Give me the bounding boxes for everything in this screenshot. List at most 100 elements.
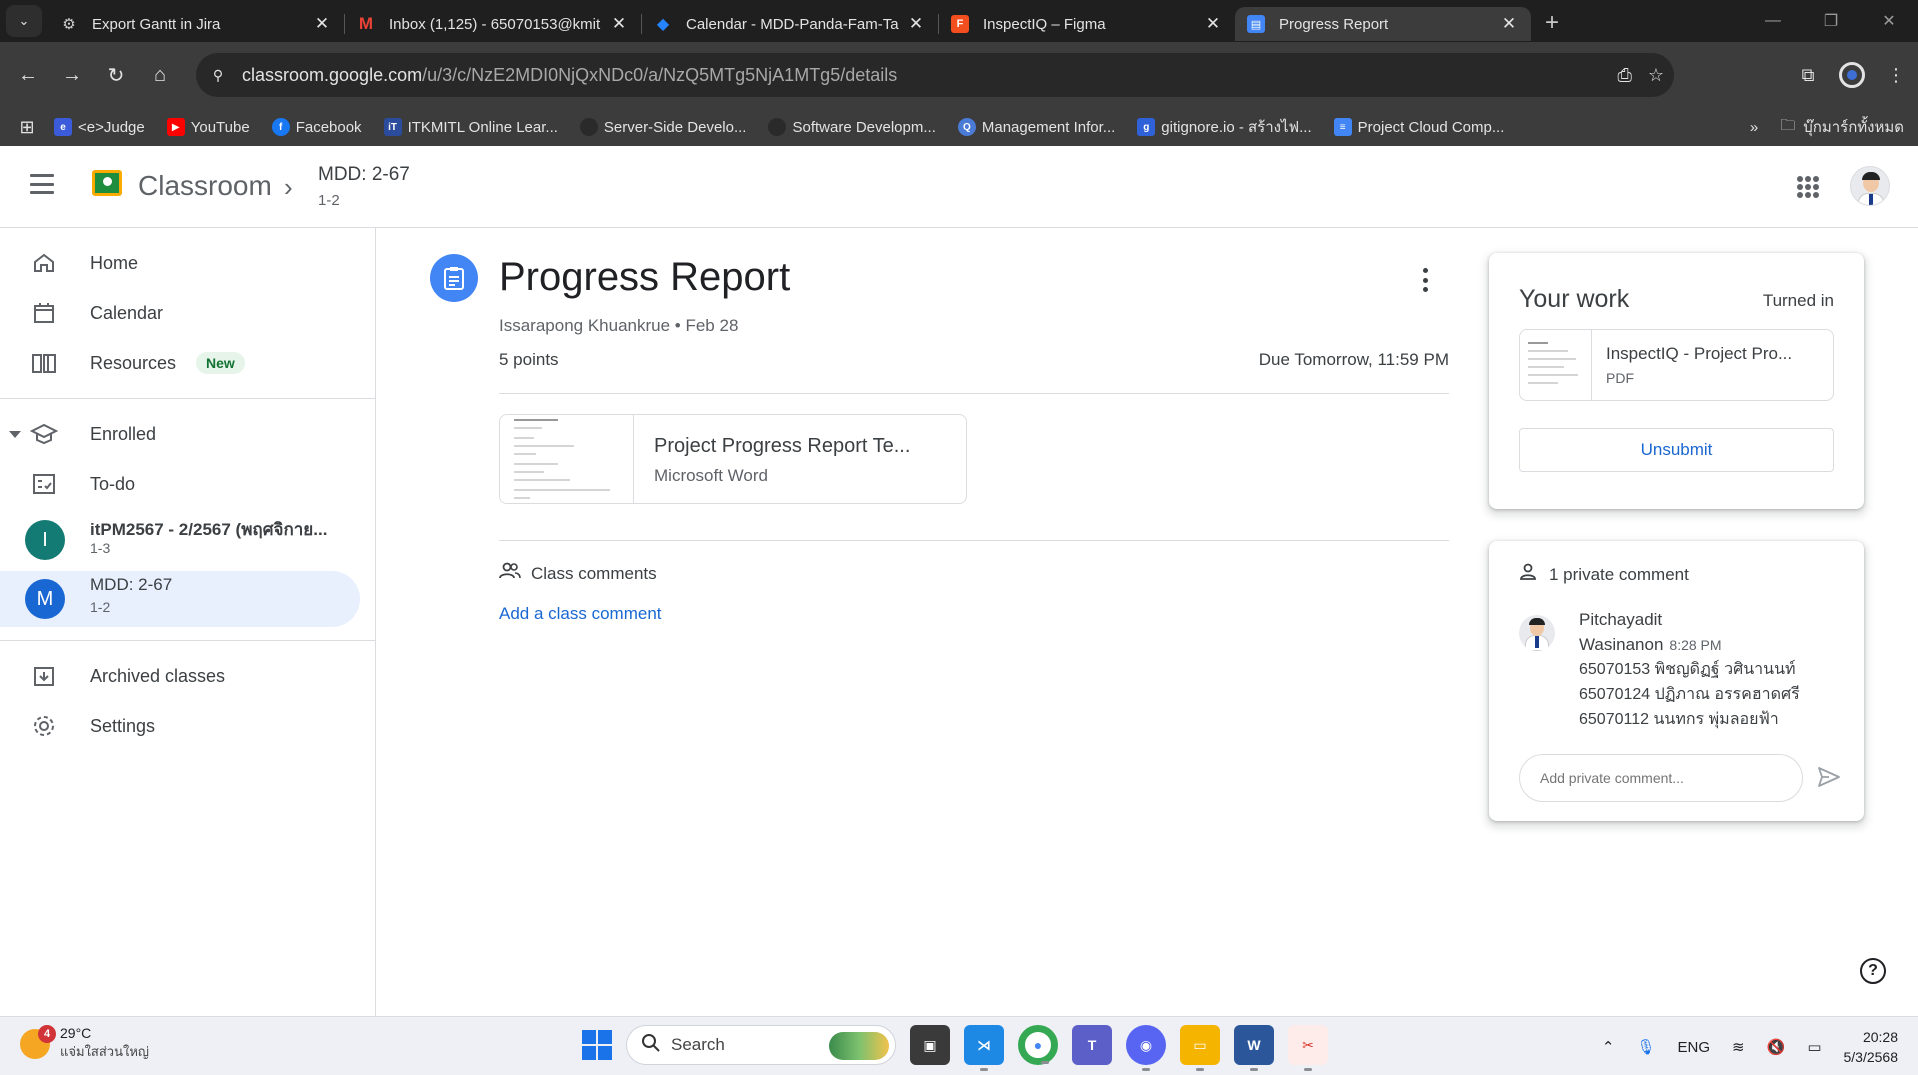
bookmark-server-side[interactable]: Server-Side Develo... [579, 118, 746, 136]
reload-icon[interactable]: ↻ [96, 55, 136, 95]
sidebar-item-home[interactable]: Home [0, 238, 360, 288]
volume-muted-icon[interactable]: 🔇 [1767, 1038, 1786, 1056]
submitted-file-name: InspectIQ - Project Pro... [1606, 344, 1793, 363]
bookmark-management[interactable]: Q Management Infor... [957, 118, 1115, 136]
bookmark-gitignore[interactable]: g gitignore.io - สร้างไฟ... [1137, 115, 1312, 139]
bookmark-star-icon[interactable]: ☆ [1648, 65, 1664, 86]
clock[interactable]: 20:28 5/3/2568 [1844, 1027, 1899, 1067]
url-text: classroom.google.com/u/3/c/NzE2MDI0NjQxN… [242, 65, 897, 86]
close-icon[interactable]: ✕ [1499, 14, 1519, 34]
attachment-card[interactable]: Project Progress Report Te... Microsoft … [499, 414, 967, 504]
tab-gmail[interactable]: M Inbox (1,125) - 65070153@kmit ✕ [345, 7, 641, 41]
microphone-icon[interactable]: 🎙 [1636, 1038, 1655, 1056]
people-icon [499, 562, 521, 585]
sidebar-class-mdd[interactable]: M MDD: 2-67 1-2 [0, 571, 360, 627]
bookmark-facebook[interactable]: f Facebook [271, 118, 362, 136]
tab-figma[interactable]: F InspectIQ – Figma ✕ [939, 7, 1235, 41]
weather-description: แจ่มใสส่วนใหญ่ [60, 1044, 149, 1059]
google-apps-icon[interactable] [1797, 176, 1819, 198]
app-title[interactable]: Classroom [138, 170, 272, 202]
close-icon[interactable]: ✕ [1203, 14, 1223, 34]
site-info-icon[interactable]: ⚲ [200, 57, 236, 93]
close-window-icon[interactable]: ✕ [1860, 0, 1918, 42]
sidebar-item-calendar[interactable]: Calendar [0, 288, 360, 338]
gitignore-icon: g [1137, 118, 1156, 136]
sidebar: Home Calendar Resources New Enrolled To-… [0, 228, 376, 1016]
maximize-icon[interactable]: ❐ [1802, 0, 1860, 42]
sidebar-item-enrolled[interactable]: Enrolled [0, 409, 360, 459]
bookmark-youtube[interactable]: ▶ YouTube [166, 118, 250, 136]
discord-icon[interactable]: ◉ [1126, 1025, 1166, 1071]
submitted-file-card[interactable]: InspectIQ - Project Pro... PDF [1519, 329, 1834, 401]
extensions-icon[interactable]: ⧉ [1786, 65, 1830, 86]
weather-widget[interactable]: 4 29°C แจ่มใสส่วนใหญ่ [20, 1024, 149, 1062]
breadcrumb-class[interactable]: MDD: 2-67 [318, 164, 410, 186]
more-bookmarks-icon[interactable]: » [1750, 119, 1758, 136]
minimize-icon[interactable]: — [1744, 0, 1802, 42]
tab-progress-report[interactable]: ▤ Progress Report ✕ [1235, 7, 1531, 41]
bookmark-project-cloud[interactable]: ≡ Project Cloud Comp... [1333, 118, 1504, 136]
send-icon[interactable] [1814, 762, 1844, 792]
add-class-comment-link[interactable]: Add a class comment [499, 604, 662, 624]
back-icon[interactable]: ← [8, 55, 48, 95]
caret-down-icon[interactable] [9, 430, 21, 438]
tab-calendar[interactable]: ◆ Calendar - MDD-Panda-Fam-Ta ✕ [642, 7, 938, 41]
language-indicator[interactable]: ENG [1678, 1039, 1711, 1056]
chrome-icon[interactable]: ● [1018, 1025, 1058, 1065]
bookmark-ejudge[interactable]: e <e>Judge [54, 118, 145, 136]
task-view-icon[interactable]: ▣ [910, 1025, 950, 1065]
account-avatar[interactable] [1850, 166, 1890, 206]
pdf-thumbnail [1520, 330, 1592, 400]
sidebar-item-archived[interactable]: Archived classes [0, 651, 360, 701]
main-menu-icon[interactable] [30, 174, 54, 194]
forward-icon[interactable]: → [52, 55, 92, 95]
more-options-icon[interactable] [1423, 268, 1429, 292]
close-icon[interactable]: ✕ [609, 14, 629, 34]
file-explorer-icon[interactable]: ▭ [1180, 1025, 1220, 1071]
help-icon[interactable]: ? [1860, 958, 1886, 984]
teams-icon[interactable]: T [1072, 1025, 1112, 1065]
word-icon[interactable]: W [1234, 1025, 1274, 1071]
new-badge: New [196, 352, 245, 374]
work-status: Turned in [1762, 291, 1834, 310]
sidebar-class-itpm[interactable]: I itPM2567 - 2/2567 (พฤศจิกาย... 1-3 [0, 512, 360, 568]
site-icon [768, 118, 787, 136]
close-icon[interactable]: ✕ [312, 14, 332, 34]
windows-start-icon[interactable] [582, 1030, 612, 1060]
classroom-logo-icon[interactable] [92, 170, 122, 196]
apps-icon[interactable]: ⊞ [0, 117, 54, 138]
sidebar-divider [0, 640, 376, 641]
bookmark-software-dev[interactable]: Software Developm... [768, 118, 936, 136]
browser-menu-icon[interactable]: ⋮ [1874, 65, 1918, 86]
sidebar-item-todo[interactable]: To-do [0, 459, 360, 509]
sidebar-item-resources[interactable]: Resources New [0, 338, 360, 388]
bookmarks-right: » 🗀 บุ๊กมาร์กทั้งหมด [1750, 115, 1904, 140]
taskbar-search[interactable]: Search [626, 1025, 896, 1065]
bookmarks-bar: ⊞ e <e>Judge ▶ YouTube f Facebook iT ITKMITL… [0, 108, 1918, 146]
all-bookmarks-folder[interactable]: 🗀 บุ๊กมาร์กทั้งหมด [1780, 115, 1904, 140]
temperature: 29°C [60, 1025, 92, 1041]
class-avatar: M [25, 579, 65, 619]
snipping-tool-icon[interactable]: ✂ [1288, 1025, 1328, 1071]
private-comment-input[interactable] [1519, 754, 1803, 802]
sidebar-divider [0, 398, 376, 399]
home-icon[interactable]: ⌂ [140, 55, 180, 95]
class-comments-heading: Class comments [499, 562, 657, 585]
private-comments-heading: 1 private comment [1519, 563, 1689, 586]
tab-export-gantt[interactable]: ⚙ Export Gantt in Jira ✕ [48, 7, 344, 41]
sidebar-item-settings[interactable]: Settings [0, 701, 360, 751]
install-app-icon[interactable]: ⎙ [1617, 65, 1631, 86]
vscode-icon[interactable]: ⋊ [964, 1025, 1004, 1071]
new-tab-button[interactable]: + [1545, 9, 1559, 37]
battery-icon[interactable]: ▭ [1807, 1038, 1821, 1056]
tab-search-button[interactable]: ⌄ [6, 5, 42, 37]
profile-icon[interactable] [1830, 62, 1874, 88]
chevron-up-icon[interactable]: ⌃ [1602, 1038, 1615, 1056]
close-icon[interactable]: ✕ [906, 14, 926, 34]
commenter-name: Pitchayadit Wasinanon 8:28 PM [1579, 610, 1722, 654]
bookmark-itkmitl[interactable]: iT ITKMITL Online Lear... [383, 118, 558, 136]
unsubmit-button[interactable]: Unsubmit [1519, 428, 1834, 472]
url-field[interactable]: ⚲ classroom.google.com/u/3/c/NzE2MDI0NjQ… [196, 53, 1674, 97]
gmail-icon: M [358, 14, 374, 33]
wifi-icon[interactable]: ≋ [1732, 1038, 1745, 1056]
